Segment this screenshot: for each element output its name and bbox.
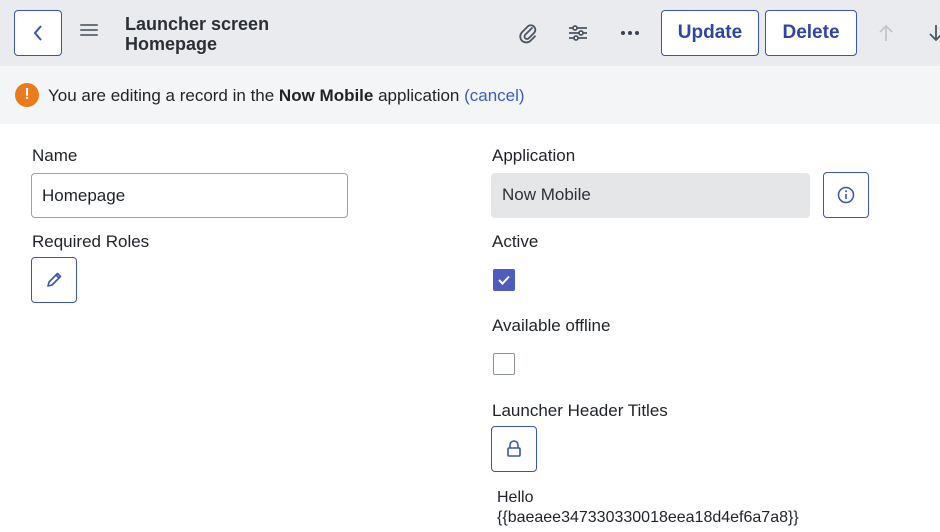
- personalize-form-button[interactable]: [562, 18, 594, 48]
- back-button[interactable]: [14, 10, 62, 56]
- notice-prefix: You are editing a record in the: [48, 86, 279, 105]
- record-type-title: Launcher screen: [125, 14, 270, 34]
- arrow-up-icon: [879, 24, 893, 41]
- info-icon: [837, 186, 855, 204]
- launcher-header-titles-label: Launcher Header Titles: [492, 401, 668, 420]
- name-input[interactable]: [31, 173, 348, 218]
- unlock-titles-button[interactable]: [491, 426, 537, 472]
- available-offline-checkbox[interactable]: [493, 353, 515, 375]
- titles-value-line2: {{baeaee347330330018eea18d4ef6a7a8}}: [497, 509, 799, 526]
- lock-icon: [507, 440, 521, 457]
- pencil-icon: [47, 272, 62, 287]
- notice-suffix: application: [373, 86, 465, 105]
- form-header: Launcher screen Homepage Update Delete: [0, 0, 940, 66]
- titles-value-line1: Hello: [497, 489, 534, 506]
- attach-button[interactable]: [512, 18, 544, 48]
- notice-app-name: Now Mobile: [278, 86, 374, 105]
- arrow-down-icon: [929, 25, 940, 42]
- record-name-title: Homepage: [125, 34, 218, 54]
- scope-warning-banner: ! You are editing a record in the Now Mo…: [0, 66, 940, 124]
- edit-roles-button[interactable]: [31, 257, 77, 303]
- active-checkbox[interactable]: [493, 269, 515, 291]
- available-offline-label: Available offline: [492, 316, 611, 335]
- active-label: Active: [492, 232, 539, 251]
- next-record-button[interactable]: [920, 18, 940, 48]
- checkmark-icon: [498, 275, 510, 285]
- sliders-icon: [569, 25, 587, 41]
- application-label: Application: [492, 146, 576, 165]
- application-field: Now Mobile: [491, 173, 810, 218]
- cancel-link[interactable]: (cancel): [464, 86, 524, 105]
- scope-warning-text: You are editing a record in the Now Mobi…: [48, 86, 525, 106]
- more-options-button[interactable]: [614, 18, 646, 48]
- application-info-button[interactable]: [823, 172, 869, 218]
- delete-button[interactable]: Delete: [765, 10, 857, 56]
- update-button[interactable]: Update: [661, 10, 759, 56]
- back-chevron-icon: [33, 25, 42, 41]
- launcher-header-titles-value: Hello {{baeaee347330330018eea18d4ef6a7a8…: [497, 488, 799, 528]
- previous-record-button[interactable]: [870, 18, 902, 48]
- warning-icon: !: [15, 83, 39, 107]
- paperclip-icon: [519, 24, 537, 44]
- required-roles-label: Required Roles: [32, 232, 150, 251]
- name-label: Name: [32, 146, 78, 165]
- more-icon: [621, 31, 639, 35]
- hamburger-icon[interactable]: [80, 24, 98, 40]
- record-title: Launcher screen Homepage: [125, 14, 269, 54]
